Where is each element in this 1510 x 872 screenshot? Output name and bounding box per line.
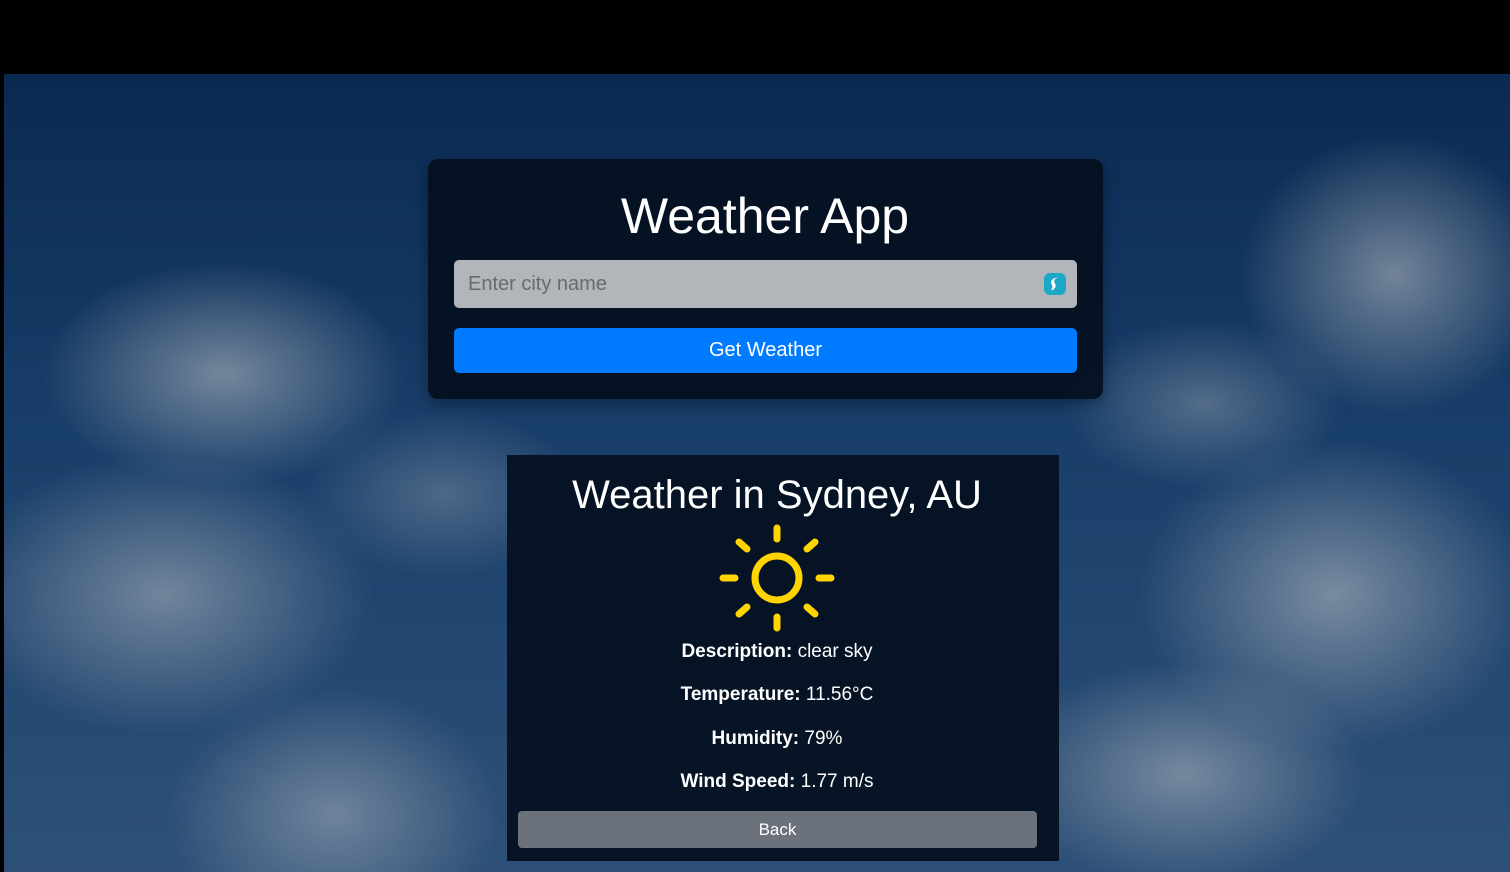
page-title: Weather App (620, 188, 910, 244)
city-search-input[interactable] (454, 260, 1028, 308)
temperature-value: 11.56°C (800, 684, 874, 705)
description-value: clear sky (792, 641, 873, 662)
description-label: Description: (681, 641, 793, 662)
window-top-bar (0, 0, 1510, 74)
result-title: Weather in Sydney, AU (572, 473, 982, 517)
humidity-label: Humidity: (711, 728, 800, 749)
get-weather-button[interactable]: Get Weather (454, 328, 1077, 373)
back-button[interactable]: Back (518, 811, 1037, 848)
description-line: Description: clear sky (507, 640, 1047, 664)
wind-speed-label: Wind Speed: (680, 771, 796, 792)
sun-icon (719, 524, 835, 632)
city-input-wrapper (454, 260, 1077, 308)
temperature-label: Temperature: (680, 684, 801, 705)
surfshark-icon[interactable] (1043, 272, 1067, 296)
wind-speed-line: Wind Speed: 1.77 m/s (507, 770, 1047, 794)
humidity-line: Humidity: 79% (507, 727, 1047, 751)
temperature-line: Temperature: 11.56°C (507, 683, 1047, 707)
humidity-value: 79% (799, 728, 843, 749)
wind-speed-value: 1.77 m/s (795, 771, 874, 792)
